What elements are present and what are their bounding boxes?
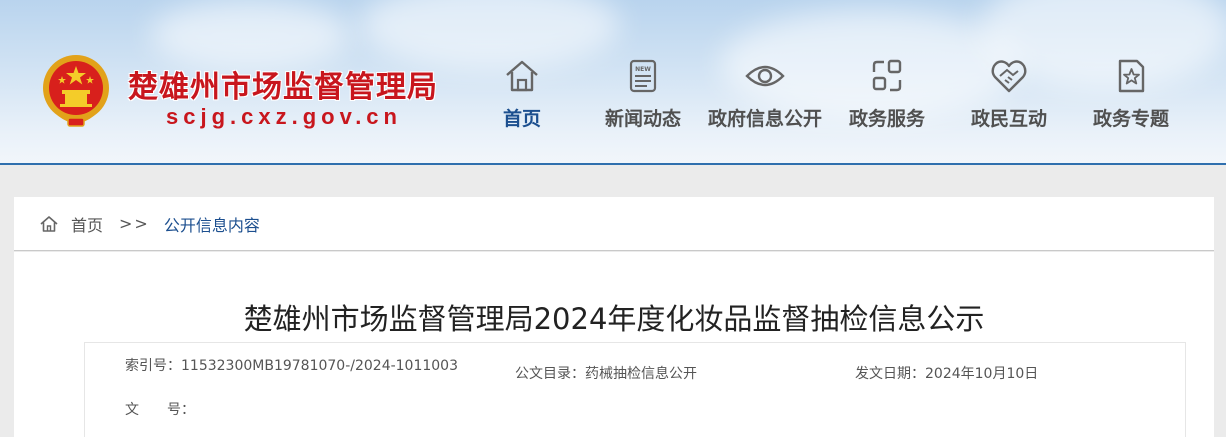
meta-docno-label: 文 号： [125,402,195,418]
article-title: 楚雄州市场监督管理局2024年度化妆品监督抽检信息公示 [243,302,985,336]
site-domain: scjg.cxz.gov.cn [166,104,402,129]
svg-text:NEW: NEW [635,66,651,73]
nav-item-topics[interactable]: 政务专题 [1066,56,1196,131]
handshake-heart-icon [991,60,1027,93]
site-header: 楚雄州市场监督管理局 scjg.cxz.gov.cn 首页 NEW 新闻动态 政… [0,0,1226,165]
nav-label: 政务专题 [1092,108,1169,130]
meta-catalog-label: 公文目录： [515,366,585,382]
service-icon [872,59,902,92]
home-icon[interactable] [39,214,59,234]
article-meta: 索引号：11532300MB19781070-/2024-1011003 公文目… [84,342,1186,437]
breadcrumb-separator: >> [119,214,150,233]
meta-index-label: 索引号： [125,358,181,374]
news-icon: NEW [629,59,657,93]
meta-date: 发文日期：2024年10月10日 [855,363,1038,383]
breadcrumb-home-link[interactable]: 首页 [71,212,103,236]
eye-icon [745,65,785,87]
breadcrumb: 首页 >> 公开信息内容 [14,197,1214,251]
meta-index-value: 11532300MB19781070-/2024-1011003 [181,358,458,374]
nav-item-home[interactable]: 首页 [457,56,587,131]
nav-label: 政民互动 [970,108,1047,130]
nav-item-news[interactable]: NEW 新闻动态 [578,56,708,131]
header-divider [0,163,1226,165]
meta-date-label: 发文日期： [855,366,925,382]
nav-label: 政务服务 [848,108,925,130]
article-panel: 楚雄州市场监督管理局2024年度化妆品监督抽检信息公示 索引号：11532300… [14,252,1214,437]
meta-catalog-value: 药械抽检信息公开 [585,366,697,382]
home-icon [506,60,538,92]
national-emblem-icon[interactable] [40,54,112,130]
nav-item-interaction[interactable]: 政民互动 [944,56,1074,131]
nav-item-service[interactable]: 政务服务 [822,56,952,131]
nav-label: 新闻动态 [604,108,681,130]
breadcrumb-current-link[interactable]: 公开信息内容 [164,212,260,236]
meta-date-value: 2024年10月10日 [925,366,1039,382]
nav-label: 首页 [502,108,541,130]
sky-cloud [150,0,350,70]
site-title[interactable]: 楚雄州市场监督管理局 [128,62,438,106]
nav-label: 政府信息公开 [707,108,822,130]
meta-docno: 文 号： [125,399,195,419]
meta-catalog: 公文目录：药械抽检信息公开 [515,363,697,383]
nav-item-gov-info[interactable]: 政府信息公开 [700,56,830,131]
star-document-icon [1118,59,1145,93]
meta-index: 索引号：11532300MB19781070-/2024-1011003 [125,355,458,375]
